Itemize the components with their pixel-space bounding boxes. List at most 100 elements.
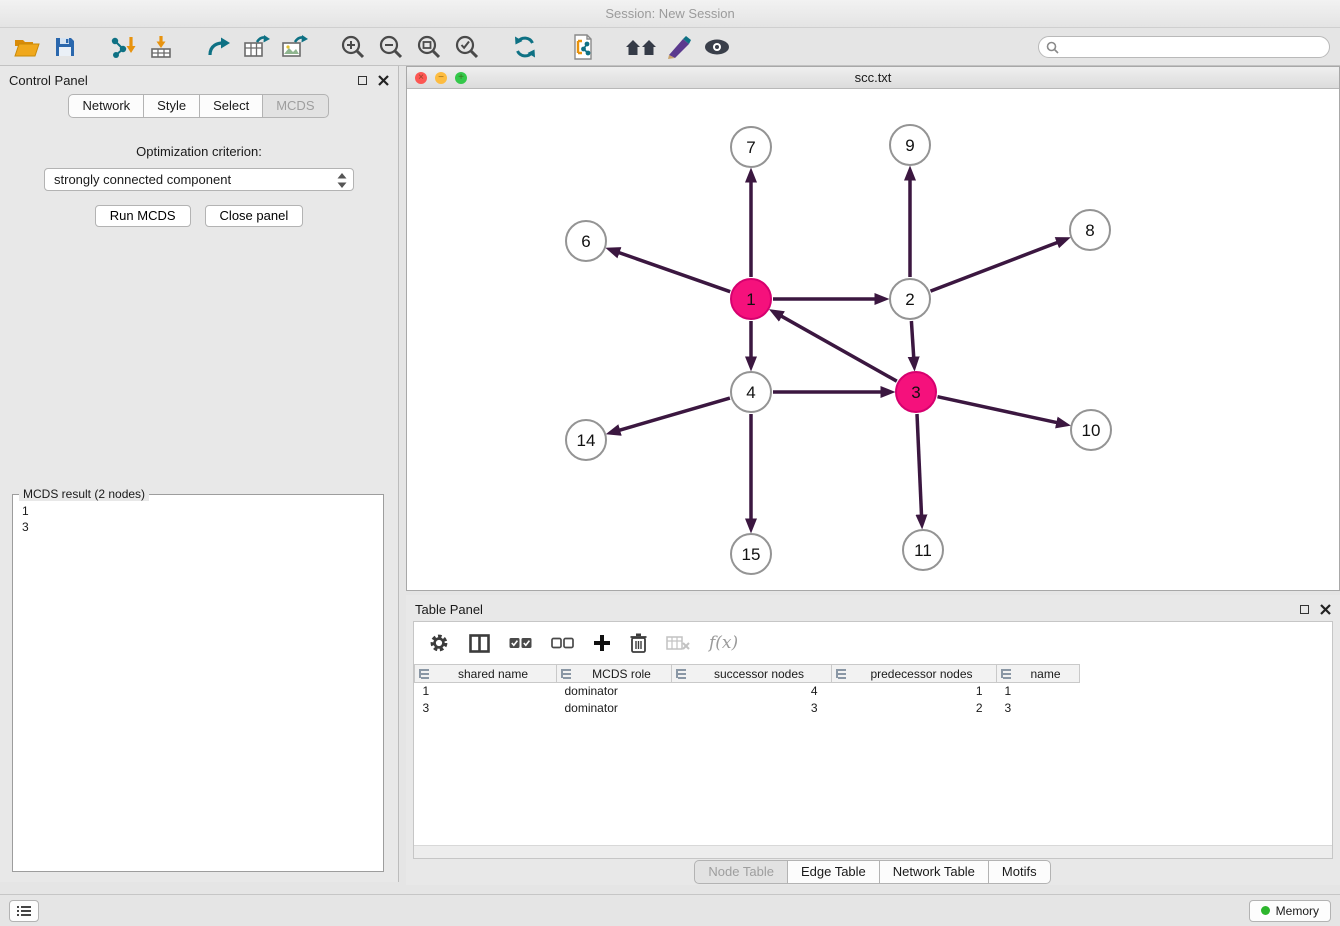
graph-edge-4-14[interactable] — [620, 398, 730, 430]
zoom-in-button[interactable] — [336, 31, 370, 63]
memory-button[interactable]: Memory — [1249, 900, 1331, 922]
table-row[interactable]: 3dominator323 — [415, 700, 1333, 717]
app-titlebar: Session: New Session — [0, 0, 1340, 28]
window-close-button[interactable]: × — [415, 72, 427, 84]
search-input[interactable] — [1038, 36, 1330, 58]
neighbors-button[interactable] — [624, 31, 658, 63]
table-cell[interactable]: 3 — [997, 700, 1080, 717]
graph-node-8[interactable]: 8 — [1070, 210, 1110, 250]
window-minimize-button[interactable]: − — [435, 72, 447, 84]
table-cell-filler — [1080, 683, 1333, 700]
open-folder-icon — [13, 36, 41, 58]
task-history-button[interactable] — [9, 900, 39, 922]
tab-node-table[interactable]: Node Table — [694, 860, 788, 884]
column-header-successor-nodes[interactable]: successor nodes — [672, 665, 832, 683]
graph-node-label: 3 — [911, 383, 920, 402]
import-table-button[interactable] — [144, 31, 178, 63]
table-cell[interactable]: 3 — [672, 700, 832, 717]
table-horizontal-scrollbar[interactable] — [414, 845, 1332, 858]
graph-node-3[interactable]: 3 — [896, 372, 936, 412]
close-table-panel-icon[interactable] — [1320, 604, 1331, 615]
graph-edge-3-1[interactable] — [782, 316, 897, 381]
close-panel-button[interactable]: Close panel — [205, 205, 304, 227]
graph-edge-1-6[interactable] — [619, 253, 730, 292]
add-column-button[interactable] — [593, 634, 611, 652]
column-header-name[interactable]: name — [997, 665, 1080, 683]
graph-edge-2-8[interactable] — [931, 243, 1058, 292]
table-cell[interactable]: 1 — [832, 683, 997, 700]
tab-motifs[interactable]: Motifs — [988, 860, 1051, 884]
graph-node-6[interactable]: 6 — [566, 221, 606, 261]
graph-node-15[interactable]: 15 — [731, 534, 771, 574]
tab-network-table[interactable]: Network Table — [879, 860, 989, 884]
table-cell[interactable]: 1 — [997, 683, 1080, 700]
float-table-panel-icon[interactable] — [1300, 605, 1309, 614]
table-cell[interactable]: 2 — [832, 700, 997, 717]
network-canvas[interactable]: 7 9 6 8 1 2 4 3 14 10 15 11 — [407, 89, 1339, 590]
zoom-out-button[interactable] — [374, 31, 408, 63]
graph-edge-3-11[interactable] — [917, 414, 922, 515]
tab-select[interactable]: Select — [199, 94, 263, 118]
import-network-button[interactable] — [106, 31, 140, 63]
export-image-button[interactable] — [278, 31, 312, 63]
tab-network[interactable]: Network — [68, 94, 144, 118]
column-header-mcds-role[interactable]: MCDS role — [557, 665, 672, 683]
tab-mcds[interactable]: MCDS — [262, 94, 328, 118]
open-session-button[interactable] — [10, 31, 44, 63]
tab-edge-table[interactable]: Edge Table — [787, 860, 880, 884]
table-row[interactable]: 1dominator411 — [415, 683, 1333, 700]
graph-node-4[interactable]: 4 — [731, 372, 771, 412]
run-mcds-button[interactable]: Run MCDS — [95, 205, 191, 227]
graph-node-7[interactable]: 7 — [731, 127, 771, 167]
zoom-selected-icon — [454, 34, 480, 60]
column-type-icon — [676, 669, 687, 679]
graph-node-14[interactable]: 14 — [566, 420, 606, 460]
document-network-button[interactable] — [566, 31, 600, 63]
search-icon — [1046, 41, 1059, 54]
vertical-splitter[interactable] — [399, 66, 406, 882]
table-cell[interactable]: 3 — [415, 700, 557, 717]
graph-node-9[interactable]: 9 — [890, 125, 930, 165]
select-all-button[interactable] — [509, 637, 532, 649]
toggle-columns-button[interactable] — [469, 634, 490, 653]
close-panel-icon[interactable] — [378, 75, 389, 86]
graph-node-10[interactable]: 10 — [1071, 410, 1111, 450]
column-header-shared-name[interactable]: shared name — [415, 665, 557, 683]
deselect-all-button[interactable] — [551, 637, 574, 649]
window-zoom-button[interactable]: + — [455, 72, 467, 84]
control-panel-header: Control Panel — [0, 66, 398, 94]
graph-node-11[interactable]: 11 — [903, 530, 943, 570]
graph-edge-3-10[interactable] — [938, 397, 1057, 423]
style-button[interactable] — [662, 31, 696, 63]
style-brush-icon — [665, 35, 693, 59]
save-session-button[interactable] — [48, 31, 82, 63]
float-panel-icon[interactable] — [358, 76, 367, 85]
graph-node-1[interactable]: 1 — [731, 279, 771, 319]
column-header-predecessor-nodes[interactable]: predecessor nodes — [832, 665, 997, 683]
table-header-row: shared name MCDS role — [415, 665, 1333, 683]
table-settings-button[interactable] — [428, 632, 450, 654]
zoom-selected-button[interactable] — [450, 31, 484, 63]
zoom-fit-button[interactable] — [412, 31, 446, 63]
table-panel-body: f(x) shared name — [413, 621, 1333, 859]
save-icon — [54, 36, 76, 58]
column-type-icon — [1001, 669, 1012, 679]
graph-edge-2-3[interactable] — [911, 321, 913, 357]
export-table-button[interactable] — [240, 31, 274, 63]
export-network-icon — [206, 35, 232, 59]
delete-column-button[interactable] — [630, 633, 647, 653]
mcds-result-box: MCDS result (2 nodes) 13 — [12, 494, 384, 872]
graphics-details-button[interactable] — [700, 31, 734, 63]
tab-style[interactable]: Style — [143, 94, 200, 118]
table-cell[interactable]: dominator — [557, 700, 672, 717]
export-network-button[interactable] — [202, 31, 236, 63]
export-image-icon — [281, 35, 309, 59]
optimization-criterion-select[interactable]: strongly connected component — [44, 168, 354, 191]
function-builder-button: f(x) — [709, 633, 738, 653]
graph-node-2[interactable]: 2 — [890, 279, 930, 319]
refresh-layout-button[interactable] — [508, 31, 542, 63]
table-panel: Table Panel — [406, 595, 1340, 885]
table-cell[interactable]: 4 — [672, 683, 832, 700]
table-cell[interactable]: dominator — [557, 683, 672, 700]
table-cell[interactable]: 1 — [415, 683, 557, 700]
